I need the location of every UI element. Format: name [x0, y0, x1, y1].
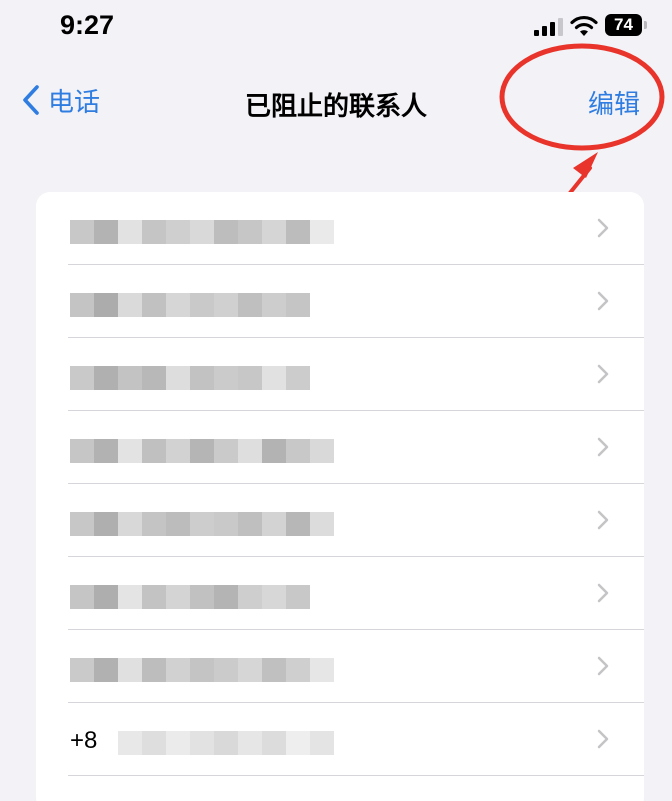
blocked-contact-row[interactable]: +8 [36, 703, 644, 776]
redacted-contact-name [70, 658, 334, 682]
chevron-right-icon [597, 729, 609, 749]
chevron-right-icon [597, 291, 609, 311]
chevron-right-icon [597, 510, 609, 530]
contact-label: +8 [70, 727, 98, 754]
blocked-contacts-list: +8 [36, 192, 644, 801]
edit-button[interactable]: 编辑 [588, 84, 640, 121]
blocked-contact-row[interactable] [36, 557, 644, 630]
redacted-contact-name [70, 439, 334, 463]
wifi-icon [570, 15, 598, 36]
redacted-contact-name [118, 731, 334, 755]
signal-icon [534, 18, 563, 36]
status-bar: 9:27 74 [0, 0, 672, 56]
blocked-contact-row[interactable] [36, 265, 644, 338]
redacted-contact-name [70, 366, 310, 390]
redacted-contact-name [70, 293, 310, 317]
blocked-contact-row[interactable] [36, 484, 644, 557]
blocked-contact-row[interactable] [36, 630, 644, 703]
redacted-contact-name [70, 512, 334, 536]
blocked-contact-row[interactable] [36, 411, 644, 484]
blocked-contact-row[interactable] [36, 192, 644, 265]
navigation-bar: 电话 已阻止的联系人 编辑 [0, 70, 672, 130]
chevron-right-icon [597, 656, 609, 676]
chevron-right-icon [597, 437, 609, 457]
chevron-right-icon [597, 583, 609, 603]
redacted-contact-name [70, 220, 334, 244]
chevron-right-icon [597, 364, 609, 384]
battery-level: 74 [614, 15, 633, 34]
chevron-right-icon [597, 218, 609, 238]
blocked-contact-row[interactable] [36, 338, 644, 411]
redacted-contact-name [70, 585, 310, 609]
annotation-arrow-head [573, 152, 598, 178]
page-title: 已阻止的联系人 [244, 91, 427, 121]
status-time: 9:27 [60, 10, 115, 40]
